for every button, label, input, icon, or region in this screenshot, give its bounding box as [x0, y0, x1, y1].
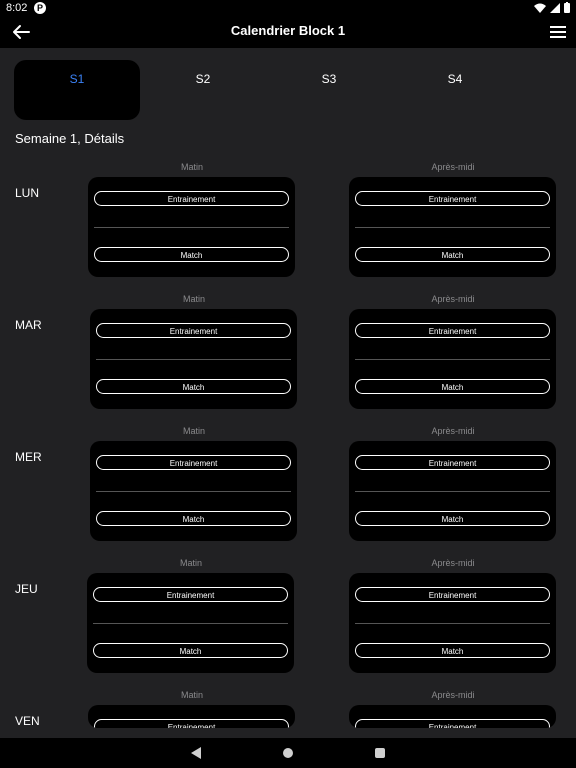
slot-card-ven-morning: EntrainementMatch [88, 705, 295, 728]
day-label-lun: LUN [15, 186, 40, 200]
signal-icon [550, 2, 560, 13]
day-label-mer: MER [15, 450, 42, 464]
period-label-afternoon: Après-midi [431, 162, 475, 172]
wifi-icon [534, 3, 546, 13]
status-time: 8:02 [6, 2, 28, 14]
slot-divider [96, 359, 291, 360]
slot-divider [355, 359, 550, 360]
day-label-ven: VEN [15, 714, 40, 728]
slot-divider [355, 227, 550, 228]
training-button[interactable]: Entrainement [96, 455, 291, 470]
training-button[interactable]: Entrainement [94, 719, 289, 728]
tab-s1[interactable]: S1 [14, 60, 140, 120]
slot-card-lun-afternoon: Entrainement Match [349, 177, 556, 277]
status-bar: 8:02 P [0, 0, 576, 16]
period-label-morning: Matin [180, 162, 203, 172]
slot-card-lun-morning: Entrainement Match [88, 177, 295, 277]
match-button[interactable]: Match [94, 247, 289, 262]
period-label-morning: Matin [182, 426, 205, 436]
slot-card-mer-afternoon: Entrainement Match [349, 441, 556, 541]
slot-divider [96, 491, 291, 492]
slot-card-mar-afternoon: Entrainement Match [349, 309, 556, 409]
training-button[interactable]: Entrainement [355, 587, 550, 602]
training-button[interactable]: Entrainement [355, 323, 550, 338]
slot-card-ven-afternoon: EntrainementMatch [349, 705, 556, 728]
period-label-afternoon: Après-midi [431, 690, 475, 700]
system-nav-bar [0, 738, 576, 768]
match-button[interactable]: Match [355, 643, 550, 658]
match-button[interactable]: Match [96, 379, 291, 394]
match-button[interactable]: Match [93, 643, 288, 658]
training-button[interactable]: Entrainement [355, 191, 550, 206]
battery-icon [564, 2, 570, 13]
tab-s4[interactable]: S4 [392, 60, 518, 120]
nav-back-icon[interactable] [190, 747, 202, 759]
app-bar: Calendrier Block 1 [0, 16, 576, 48]
slot-card-mar-morning: Entrainement Match [90, 309, 297, 409]
period-label-morning: Matin [180, 690, 203, 700]
training-button[interactable]: Entrainement [355, 719, 550, 728]
slot-divider [93, 623, 288, 624]
slot-divider [94, 227, 289, 228]
status-icons [534, 2, 570, 13]
slot-divider [355, 491, 550, 492]
day-label-mar: MAR [15, 318, 42, 332]
hamburger-menu-icon[interactable] [548, 23, 568, 41]
training-button[interactable]: Entrainement [93, 587, 288, 602]
match-button[interactable]: Match [355, 247, 550, 262]
slot-divider [355, 623, 550, 624]
match-button[interactable]: Match [355, 511, 550, 526]
training-button[interactable]: Entrainement [96, 323, 291, 338]
nav-home-icon[interactable] [283, 748, 293, 758]
period-label-afternoon: Après-midi [431, 426, 475, 436]
match-button[interactable]: Match [355, 379, 550, 394]
match-button[interactable]: Match [96, 511, 291, 526]
training-button[interactable]: Entrainement [355, 455, 550, 470]
page-title: Calendrier Block 1 [230, 23, 346, 38]
tab-s3[interactable]: S3 [266, 60, 392, 120]
section-title: Semaine 1, Détails [15, 131, 125, 146]
slot-card-jeu-morning: Entrainement Match [87, 573, 294, 673]
period-label-afternoon: Après-midi [431, 294, 475, 304]
notification-app-icon: P [34, 2, 46, 14]
nav-recents-icon[interactable] [375, 748, 385, 758]
period-label-afternoon: Après-midi [431, 558, 475, 568]
slot-card-mer-morning: Entrainement Match [90, 441, 297, 541]
day-label-jeu: JEU [15, 582, 38, 596]
period-label-morning: Matin [182, 294, 205, 304]
tab-s2[interactable]: S2 [140, 60, 266, 120]
slot-card-jeu-afternoon: Entrainement Match [349, 573, 556, 673]
period-label-morning: Matin [179, 558, 202, 568]
training-button[interactable]: Entrainement [94, 191, 289, 206]
